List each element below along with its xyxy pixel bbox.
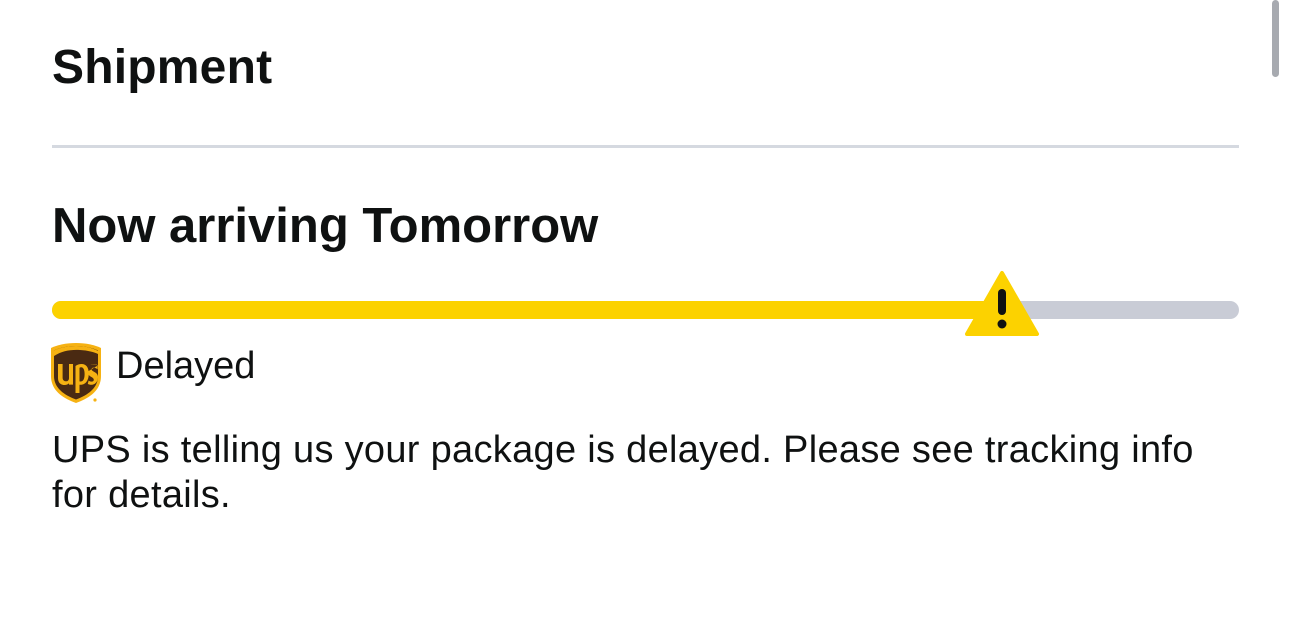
delay-message: UPS is telling us your package is delaye… xyxy=(52,429,1194,516)
warning-triangle-icon xyxy=(964,271,1039,336)
section-title: Shipment xyxy=(52,41,273,94)
shipment-progress-bar xyxy=(52,271,1239,336)
progress-fill xyxy=(52,301,1002,319)
delivery-status-label: Delayed xyxy=(116,345,256,387)
scrollbar-thumb[interactable] xyxy=(1272,0,1279,77)
arrival-status-heading: Now arriving Tomorrow xyxy=(52,199,599,253)
section-divider xyxy=(52,145,1239,148)
ups-logo-icon xyxy=(51,343,101,403)
